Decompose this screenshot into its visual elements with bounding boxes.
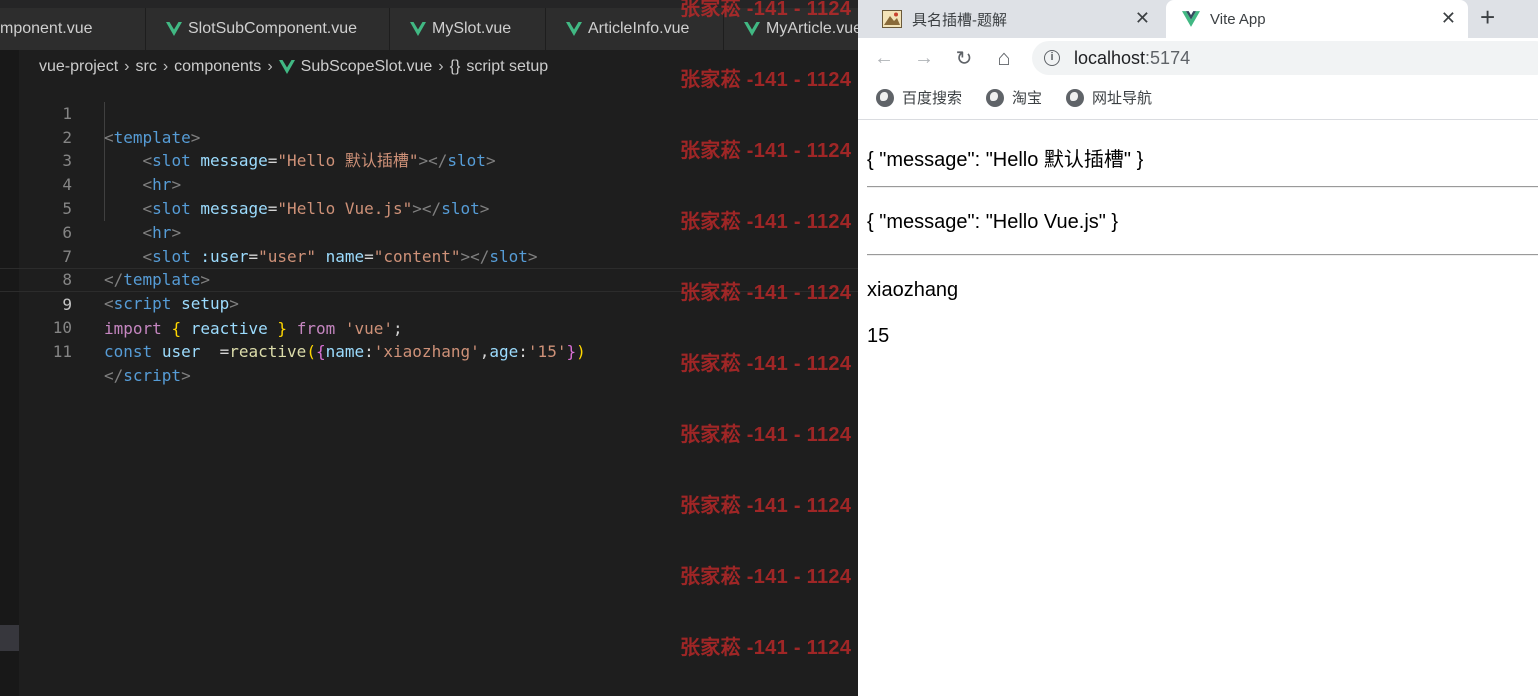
bookmark-baidu[interactable]: 百度搜索: [876, 87, 962, 108]
bookmark-label: 百度搜索: [902, 90, 963, 107]
vue-icon: [166, 22, 182, 36]
token: (: [306, 341, 316, 361]
watermark-text: 张家菘 -141 - 1124: [680, 566, 852, 588]
token: :: [518, 341, 528, 361]
url-host: localhost: [1074, 47, 1146, 68]
chevron-right-icon: ›: [124, 58, 130, 75]
close-icon[interactable]: ✕: [1135, 8, 1150, 29]
token: ): [576, 341, 586, 361]
editor-tab-label: mponent.vue: [0, 20, 93, 37]
editor-tab-label: MyArticle.vue: [766, 20, 858, 37]
globe-icon: [986, 88, 1004, 107]
chevron-right-icon: ›: [438, 58, 444, 75]
token: user: [161, 341, 201, 361]
code-line: 11 </script>: [0, 316, 858, 385]
home-button[interactable]: ⌂: [990, 44, 1018, 72]
editor-tab-component[interactable]: mponent.vue: [0, 8, 146, 50]
slot-output-default: { "message": "Hello 默认插槽" }: [867, 149, 1144, 171]
user-age-text: 15: [867, 325, 890, 347]
address-bar[interactable]: i localhost:5174: [1032, 41, 1538, 75]
token: const: [104, 341, 153, 361]
line-number: 11: [52, 341, 72, 361]
watermark-text: 张家菘 -141 - 1124: [680, 495, 852, 517]
watermark-text: 张家菘 -141 - 1124: [680, 637, 852, 659]
breadcrumb-symbol[interactable]: script setup: [466, 58, 548, 76]
editor-tab-myslot[interactable]: MySlot.vue: [390, 8, 546, 50]
close-icon[interactable]: ✕: [1441, 8, 1456, 29]
chevron-right-icon: ›: [162, 58, 169, 75]
token: }: [566, 341, 577, 361]
editor-tab-label: ArticleInfo.vue: [588, 20, 690, 37]
token: name: [325, 341, 365, 361]
token: :: [364, 341, 374, 361]
bookmark-label: 淘宝: [1012, 90, 1043, 107]
watermark-text: 张家菘 -141 - 1124: [680, 353, 852, 375]
side-strip-selection: [0, 625, 19, 651]
token: {: [315, 341, 326, 361]
chevron-right-icon: ›: [267, 58, 273, 75]
reload-button[interactable]: ↻: [950, 44, 978, 72]
address-url: localhost:5174: [1074, 48, 1190, 69]
browser-toolbar: ← → ↻ ⌂ i localhost:5174: [858, 38, 1538, 78]
vue-icon: [744, 22, 760, 36]
code-line: 2 <slot message="Hello 默认插槽"></slot>: [0, 102, 858, 171]
globe-icon: [876, 88, 894, 107]
new-tab-button[interactable]: +: [1480, 2, 1495, 33]
code-line: 8 <script setup>: [0, 245, 858, 313]
url-port: :5174: [1145, 47, 1191, 68]
bookmark-taobao[interactable]: 淘宝: [986, 87, 1042, 108]
bookmark-nav[interactable]: 网址导航: [1066, 87, 1152, 108]
breadcrumb: vue-project › src › components › SubScop…: [39, 55, 548, 79]
vue-icon: [566, 22, 582, 36]
horizontal-rule: [867, 254, 1538, 256]
browser-tab-title: 具名插槽-题解: [912, 11, 1007, 29]
browser-tab-inactive[interactable]: 具名插槽-题解 ✕: [866, 0, 1162, 38]
vue-icon: [278, 60, 295, 74]
breadcrumb-project[interactable]: vue-project: [39, 58, 118, 76]
token: </: [104, 365, 124, 385]
code-editor[interactable]: mponent.vue SlotSubComponent.vue MySlot.…: [0, 0, 858, 696]
token: '15': [527, 341, 567, 361]
token: reactive: [229, 341, 307, 361]
browser-tab-bar: 具名插槽-题解 ✕ Vite App ✕ +: [858, 0, 1538, 38]
token: age: [489, 341, 519, 361]
watermark-text: 张家菘 -141 - 1124: [680, 282, 852, 304]
editor-tab-slotsubcomponent[interactable]: SlotSubComponent.vue: [146, 8, 390, 50]
favicon-image-icon: [882, 10, 902, 28]
token: ,: [479, 341, 490, 361]
vue-icon: [1182, 11, 1200, 27]
bookmark-label: 网址导航: [1092, 90, 1153, 107]
token: >: [181, 365, 191, 385]
vue-icon: [410, 22, 426, 36]
watermark-text: 张家菘 -141 - 1124: [680, 424, 852, 446]
token: 'xiaozhang': [373, 341, 480, 361]
breadcrumb-file[interactable]: SubScopeSlot.vue: [301, 58, 433, 76]
token: script: [123, 365, 182, 385]
bookmarks-bar: 百度搜索 淘宝 网址导航: [858, 78, 1538, 120]
back-button[interactable]: ←: [870, 44, 898, 72]
editor-tab-label: SlotSubComponent.vue: [188, 20, 357, 37]
browser-tab-title: Vite App: [1210, 10, 1266, 28]
browser-tab-active[interactable]: Vite App ✕: [1166, 0, 1468, 38]
editor-tab-label: MySlot.vue: [432, 20, 512, 37]
breadcrumb-folder-src[interactable]: src: [135, 58, 156, 76]
browser-window: 具名插槽-题解 ✕ Vite App ✕ + ← → ↻ ⌂ i localho…: [858, 0, 1538, 696]
watermark-text: 张家菘 -141 - 1124: [680, 69, 852, 91]
slot-output-second: { "message": "Hello Vue.js" }: [867, 211, 1119, 233]
watermark-text: 张家菘 -141 - 1124: [680, 211, 852, 233]
horizontal-rule: [867, 186, 1538, 188]
forward-button[interactable]: →: [910, 44, 938, 72]
watermark-text: 张家菘 -141 - 1124: [680, 0, 852, 20]
braces-icon: {}: [449, 58, 461, 75]
info-icon[interactable]: i: [1044, 50, 1060, 66]
breadcrumb-folder-components[interactable]: components: [174, 58, 261, 76]
globe-icon: [1066, 88, 1084, 107]
token: =: [219, 341, 230, 361]
user-name-text: xiaozhang: [867, 279, 959, 301]
code-line: 5 <hr>: [0, 173, 858, 242]
watermark-text: 张家菘 -141 - 1124: [680, 140, 852, 162]
